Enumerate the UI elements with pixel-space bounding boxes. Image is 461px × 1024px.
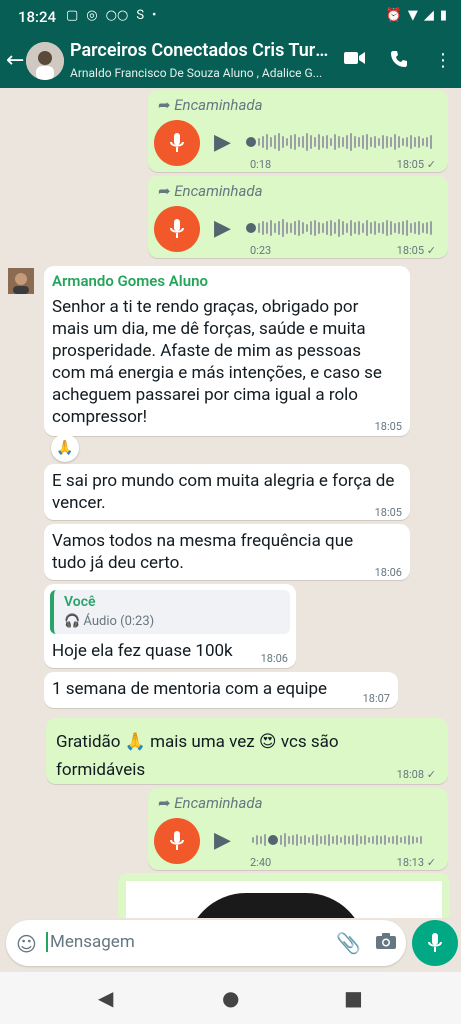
message-time: 18:08 ✓ xyxy=(396,768,436,781)
instagram-icon: ◎ xyxy=(86,8,98,23)
group-avatar-image xyxy=(26,42,64,80)
audio-duration: 0:23 xyxy=(250,244,272,257)
back-arrow-icon[interactable]: ← xyxy=(6,48,24,73)
audio-waveform[interactable] xyxy=(246,132,432,152)
voice-record-button[interactable] xyxy=(412,920,458,966)
more-options-icon[interactable]: ⋮ xyxy=(434,50,452,71)
nav-back-icon[interactable]: ◀ xyxy=(98,986,113,1010)
chat-title[interactable]: Parceiros Conectados Cris Turi... xyxy=(70,40,330,61)
message-time: 18:05 xyxy=(374,420,402,433)
mic-icon xyxy=(154,818,200,864)
incoming-message[interactable]: 1 semana de mentoria com a equipe 18:07 xyxy=(44,672,398,708)
forwarded-label: ➦ Encaminhada xyxy=(158,794,263,812)
status-left-icons: ▢ ◎ ○○ S • xyxy=(66,8,156,23)
reaction-badge[interactable]: 🙏 xyxy=(51,434,79,462)
group-avatar[interactable] xyxy=(26,42,64,80)
audio-duration: 0:18 xyxy=(250,158,272,171)
mic-icon xyxy=(154,206,200,252)
voicemail-icon: ○○ xyxy=(105,8,129,23)
more-notifications-dot: • xyxy=(152,8,157,23)
quoted-sender: Você xyxy=(64,594,96,610)
alarm-icon: ⏰ xyxy=(385,8,402,23)
message-text: Senhor a ti te rendo graças, obrigado po… xyxy=(52,297,382,427)
mic-icon xyxy=(428,933,442,952)
message-text: 1 semana de mentoria com a equipe xyxy=(52,679,328,699)
audio-waveform[interactable] xyxy=(246,218,432,238)
message-time: 18:06 xyxy=(260,652,288,665)
incoming-message[interactable]: E sai pro mundo com muita alegria e forç… xyxy=(44,464,410,520)
audio-message[interactable]: ➦ Encaminhada ▶ 0:23 18:05 ✓ xyxy=(148,176,448,258)
message-text: E sai pro mundo com muita alegria e forç… xyxy=(52,471,395,513)
signal-icon: ◢ xyxy=(423,8,434,23)
system-navigation-bar: ◀ ● ■ xyxy=(0,972,461,1024)
outgoing-message[interactable]: Gratidão 🙏 mais uma vez 😍 vcs são formid… xyxy=(46,718,448,784)
nav-home-icon[interactable]: ● xyxy=(222,986,239,1010)
chat-area[interactable]: ➦ Encaminhada ▶ 0:18 18:05 ✓ ➦ Encaminha… xyxy=(0,88,461,918)
incoming-message[interactable]: Armando Gomes Aluno Senhor a ti te rendo… xyxy=(44,266,410,436)
audio-message[interactable]: ➦ Encaminhada ▶ 2:40 18:13 ✓ xyxy=(148,788,448,870)
photo-hair-shape xyxy=(186,893,366,918)
message-text: Vamos todos na mesma frequência que tudo… xyxy=(52,531,354,573)
mic-icon xyxy=(154,120,200,166)
status-right-icons: ⏰ ▼ ◢ ▮ xyxy=(386,8,447,23)
s-app-icon: S xyxy=(136,8,145,23)
battery-icon: ▮ xyxy=(439,8,447,23)
quoted-message[interactable]: Você 🎧 Áudio (0:23) xyxy=(50,590,290,634)
message-text: Hoje ela fez quase 100k xyxy=(52,641,233,661)
image-photo[interactable] xyxy=(126,881,442,918)
sender-avatar[interactable] xyxy=(8,268,34,294)
chat-participants[interactable]: Arnaldo Francisco De Souza Aluno , Adali… xyxy=(70,66,330,80)
status-time: 18:24 xyxy=(18,8,57,26)
emoji-icon[interactable]: ☺ xyxy=(16,932,37,956)
incoming-message[interactable]: Vamos todos na mesma frequência que tudo… xyxy=(44,524,410,580)
nav-recents-icon[interactable]: ■ xyxy=(344,986,363,1010)
forwarded-label: ➦ Encaminhada xyxy=(158,182,263,200)
play-icon[interactable]: ▶ xyxy=(214,216,231,241)
status-bar: 18:24 ▢ ◎ ○○ S • ⏰ ▼ ◢ ▮ xyxy=(0,0,461,36)
video-call-icon[interactable] xyxy=(344,50,366,71)
wifi-icon: ▼ xyxy=(407,8,418,23)
forwarded-label: ➦ Encaminhada xyxy=(158,96,263,114)
message-time: 18:07 xyxy=(362,692,390,705)
chat-header: ← Parceiros Conectados Cris Turi... Arna… xyxy=(0,36,461,88)
message-time: 18:05 ✓ xyxy=(396,244,436,257)
play-icon[interactable]: ▶ xyxy=(214,130,231,155)
image-message[interactable] xyxy=(118,873,450,918)
audio-waveform[interactable] xyxy=(252,830,422,850)
message-text: Gratidão 🙏 mais uma vez 😍 vcs são formid… xyxy=(56,732,339,780)
audio-duration: 2:40 xyxy=(250,856,272,869)
camera-icon[interactable] xyxy=(376,931,396,954)
message-time: 18:13 ✓ xyxy=(396,856,436,869)
message-time: 18:06 xyxy=(374,566,402,579)
sender-name[interactable]: Armando Gomes Aluno xyxy=(52,272,208,290)
play-icon[interactable]: ▶ xyxy=(214,828,231,853)
notification-icon: ▢ xyxy=(66,8,79,23)
message-input-bar[interactable]: ☺ Mensagem 📎 xyxy=(6,920,406,966)
quoted-audio: 🎧 Áudio (0:23) xyxy=(64,614,155,629)
phone-call-icon[interactable] xyxy=(390,50,408,73)
message-time: 18:05 xyxy=(374,506,402,519)
message-input[interactable]: Mensagem xyxy=(46,932,135,952)
audio-message[interactable]: ➦ Encaminhada ▶ 0:18 18:05 ✓ xyxy=(148,90,448,172)
message-time: 18:05 ✓ xyxy=(396,158,436,171)
attach-icon[interactable]: 📎 xyxy=(336,931,361,955)
reply-message[interactable]: Você 🎧 Áudio (0:23) Hoje ela fez quase 1… xyxy=(44,584,296,668)
